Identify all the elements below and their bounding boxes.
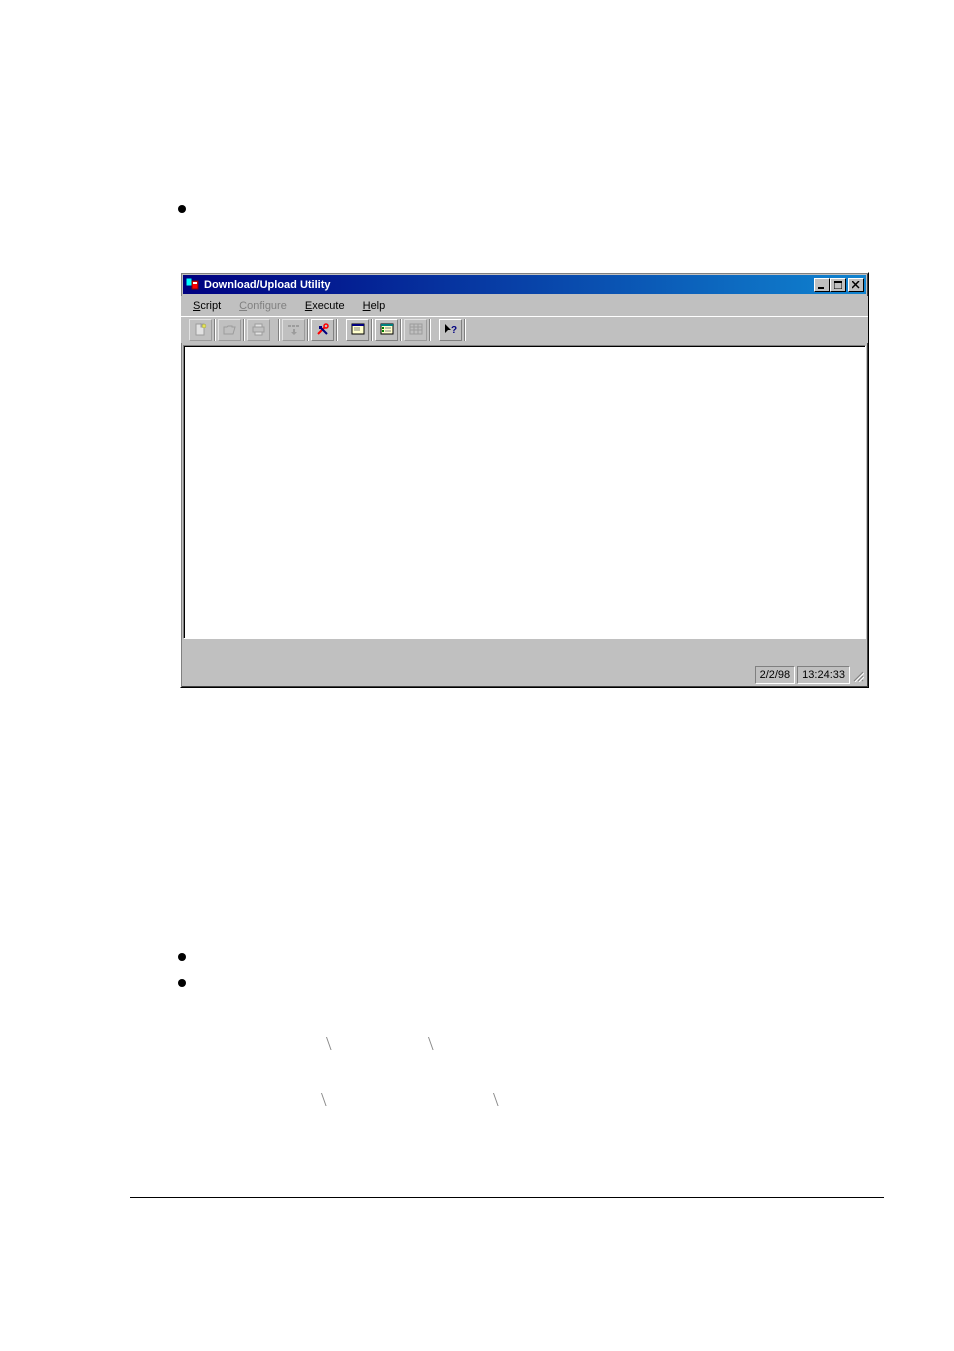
backslash-mark: \ bbox=[428, 1033, 434, 1056]
bullet bbox=[178, 205, 186, 213]
toolbar: ? bbox=[181, 316, 868, 343]
tools-icon bbox=[315, 322, 331, 338]
minimize-button[interactable] bbox=[814, 278, 830, 292]
app-icon bbox=[185, 277, 201, 293]
execute-button[interactable] bbox=[311, 319, 334, 341]
open-folder-icon bbox=[222, 322, 238, 338]
download-button bbox=[282, 319, 305, 341]
status-time: 13:24:33 bbox=[797, 666, 850, 684]
menu-configure: Configure bbox=[231, 298, 295, 314]
horizontal-rule bbox=[130, 1197, 884, 1198]
backslash-mark: \ bbox=[321, 1089, 327, 1112]
download-arrows-icon bbox=[286, 322, 302, 338]
resize-grip[interactable] bbox=[850, 666, 866, 684]
backslash-mark: \ bbox=[326, 1033, 332, 1056]
status-date: 2/2/98 bbox=[755, 666, 796, 684]
new-document-icon bbox=[193, 322, 209, 338]
context-help-icon: ? bbox=[443, 322, 459, 338]
statusbar: 2/2/98 13:24:33 bbox=[183, 665, 866, 685]
close-button[interactable] bbox=[848, 278, 864, 292]
client-area bbox=[183, 345, 866, 639]
context-help-button[interactable]: ? bbox=[439, 319, 462, 341]
new-button bbox=[189, 319, 212, 341]
view-grid-button bbox=[404, 319, 427, 341]
svg-text:?: ? bbox=[451, 325, 457, 336]
printer-icon bbox=[251, 322, 267, 338]
maximize-button[interactable] bbox=[830, 278, 846, 292]
grid-window-icon bbox=[408, 322, 424, 338]
grip-icon bbox=[852, 670, 864, 682]
backslash-mark: \ bbox=[493, 1089, 499, 1112]
menu-script[interactable]: Script bbox=[185, 298, 229, 314]
view-document-button[interactable] bbox=[346, 319, 369, 341]
window-controls bbox=[814, 278, 864, 292]
menu-execute[interactable]: Execute bbox=[297, 298, 353, 314]
app-window: Download/Upload Utility Script Configure… bbox=[180, 272, 869, 688]
print-button bbox=[247, 319, 270, 341]
document-window-icon bbox=[350, 322, 366, 338]
titlebar[interactable]: Download/Upload Utility bbox=[183, 275, 866, 294]
menubar: Script Configure Execute Help bbox=[181, 296, 868, 316]
window-title: Download/Upload Utility bbox=[204, 279, 814, 291]
list-window-icon bbox=[379, 322, 395, 338]
bullet bbox=[178, 953, 186, 961]
menu-help[interactable]: Help bbox=[355, 298, 394, 314]
bullet bbox=[178, 979, 186, 987]
open-button bbox=[218, 319, 241, 341]
view-list-button[interactable] bbox=[375, 319, 398, 341]
